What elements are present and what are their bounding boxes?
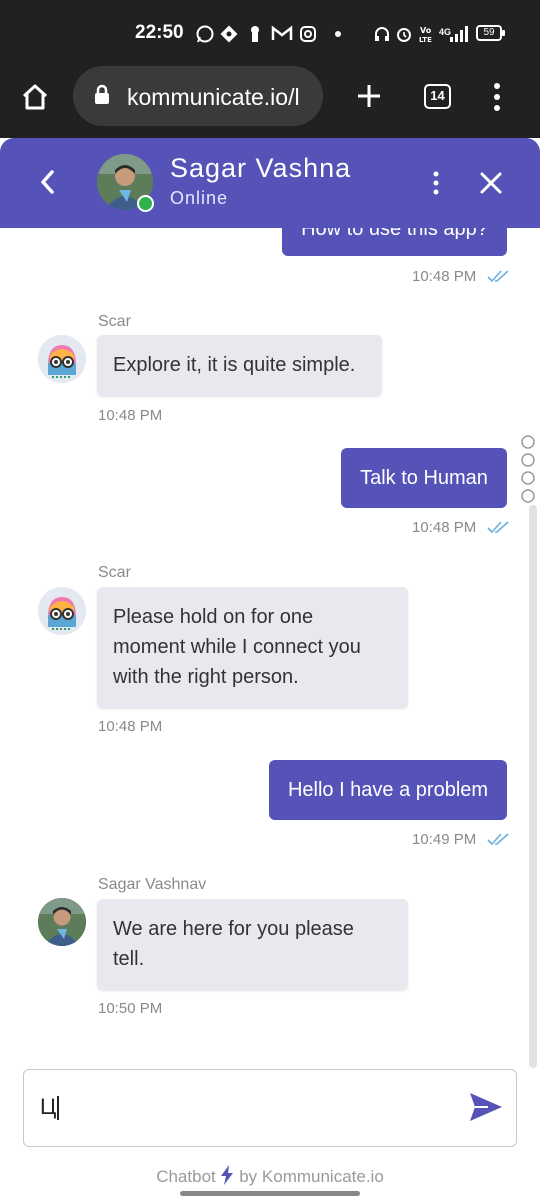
message-text: Hello I have a problem xyxy=(287,779,489,801)
incoming-message: We are here for you please tell. xyxy=(97,899,408,990)
outgoing-message: How to use this app? xyxy=(282,228,507,256)
more-options-icon[interactable] xyxy=(430,170,442,196)
read-receipt-icon xyxy=(487,521,509,534)
home-icon[interactable] xyxy=(20,82,50,112)
page: 22:50 Vo LTE 4G 59 kommunicate.io/l 14 Sa… xyxy=(0,0,540,1200)
outgoing-message: Talk to Human xyxy=(341,448,507,508)
gesture-navigation-bar[interactable] xyxy=(180,1191,360,1196)
sender-name: Scar xyxy=(98,564,131,581)
incoming-message: Explore it, it is quite simple. xyxy=(97,335,382,396)
battery-icon: 59 xyxy=(476,25,505,41)
whatsapp-icon xyxy=(196,25,214,43)
location-diamond-icon xyxy=(220,25,238,43)
back-chevron-icon[interactable] xyxy=(36,168,60,196)
tab-switcher-button[interactable]: 14 xyxy=(424,84,451,109)
scrollbar[interactable] xyxy=(529,505,537,1068)
gmail-icon xyxy=(271,25,293,40)
message-line: moment while I connect you xyxy=(113,636,361,658)
read-receipt-icon xyxy=(487,833,509,846)
message-input[interactable]: Ц xyxy=(23,1069,517,1147)
volte-icon: VoLTE xyxy=(419,26,432,44)
alarm-icon xyxy=(397,28,411,42)
address-bar[interactable]: kommunicate.io/l xyxy=(73,66,323,126)
incoming-message: Please hold on for one moment while I co… xyxy=(97,587,408,708)
status-bar: 22:50 Vo LTE 4G 59 xyxy=(0,0,540,66)
headphones-icon xyxy=(375,27,389,41)
message-line: with the right person. xyxy=(113,666,299,688)
powered-by-prefix: Chatbot xyxy=(156,1167,216,1186)
message-line: tell. xyxy=(113,948,145,970)
text-caret xyxy=(57,1096,60,1121)
browser-toolbar: kommunicate.io/l 14 xyxy=(0,66,540,138)
new-tab-icon[interactable] xyxy=(355,82,383,110)
tab-count: 14 xyxy=(430,88,445,103)
lock-icon xyxy=(95,84,109,104)
bot-avatar xyxy=(38,335,86,383)
agent-status: Online xyxy=(170,188,229,208)
message-time: 10:50 PM xyxy=(98,1000,163,1017)
message-time: 10:49 PM xyxy=(412,831,477,848)
lightning-icon xyxy=(221,1165,234,1185)
svg-text:LTE: LTE xyxy=(419,36,432,44)
read-receipt-icon xyxy=(487,270,509,283)
message-line: We are here for you please xyxy=(113,918,354,940)
message-input-value: Ц xyxy=(40,1094,60,1121)
scroll-handle-icon[interactable] xyxy=(520,434,536,506)
online-indicator xyxy=(137,195,154,212)
url-text: kommunicate.io/l xyxy=(127,84,300,110)
keyhole-icon xyxy=(251,26,259,42)
outgoing-message: Hello I have a problem xyxy=(269,760,507,820)
powered-by-suffix: by Kommunicate.io xyxy=(239,1167,384,1186)
message-time: 10:48 PM xyxy=(98,407,163,424)
agent-avatar xyxy=(38,898,86,946)
sender-name: Sagar Vashnav xyxy=(98,876,207,893)
close-icon[interactable] xyxy=(479,171,503,195)
sender-name: Scar xyxy=(98,313,131,330)
message-time: 10:48 PM xyxy=(412,268,477,285)
message-text: Explore it, it is quite simple. xyxy=(113,354,356,376)
svg-text:Vo: Vo xyxy=(420,26,432,35)
bot-avatar xyxy=(38,587,86,635)
browser-menu-icon[interactable] xyxy=(491,82,503,112)
message-time: 10:48 PM xyxy=(412,519,477,536)
chat-header: Sagar Vashna Online xyxy=(0,138,540,228)
signal-icon xyxy=(450,26,468,42)
message-time: 10:48 PM xyxy=(98,718,163,735)
message-list[interactable]: How to use this app? 10:48 PM Scar Explo… xyxy=(0,228,540,1058)
battery-level: 59 xyxy=(483,27,495,38)
send-icon[interactable] xyxy=(468,1089,504,1125)
message-line: Please hold on for one xyxy=(113,606,314,628)
message-text: Talk to Human xyxy=(360,467,488,489)
instagram-icon xyxy=(300,26,316,42)
powered-by[interactable]: Chatbot by Kommunicate.io xyxy=(0,1165,540,1187)
agent-name: Sagar Vashna xyxy=(170,153,352,183)
message-text: How to use this app? xyxy=(301,228,488,240)
notification-dot-icon xyxy=(335,31,341,37)
status-time: 22:50 xyxy=(135,22,184,43)
